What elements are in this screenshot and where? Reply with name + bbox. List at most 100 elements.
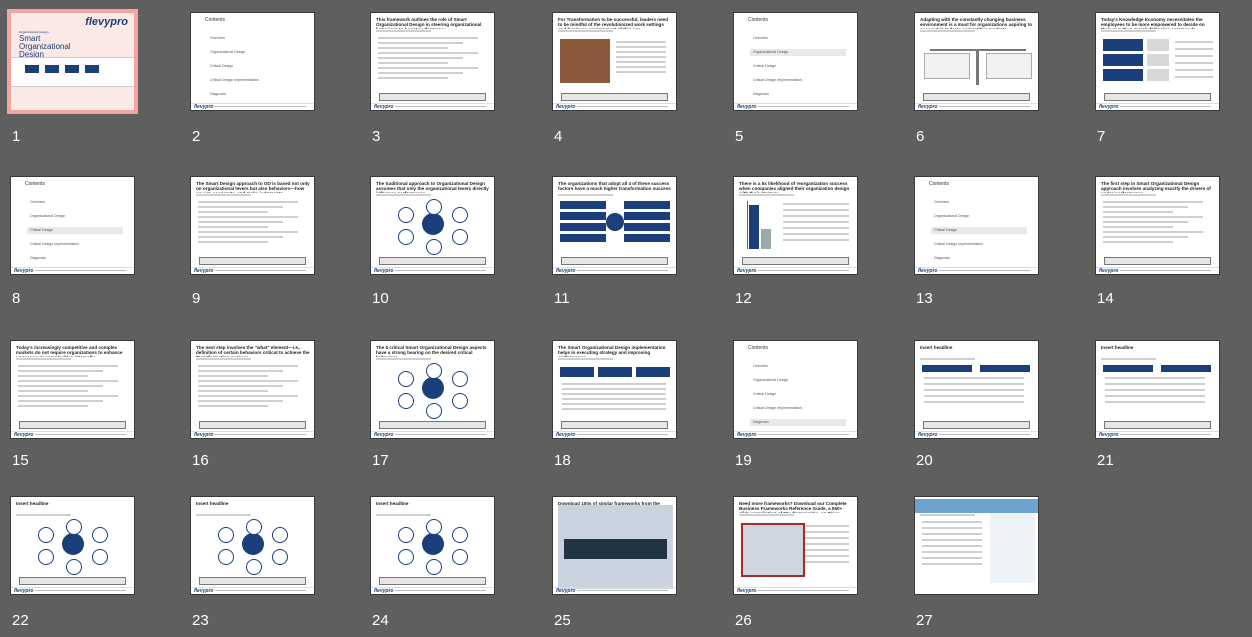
text-line	[1103, 231, 1203, 233]
slide-title: Today's Knowledge Economy necessitates t…	[1101, 17, 1205, 29]
slide-body	[1101, 363, 1216, 423]
footer-rule	[35, 590, 126, 591]
slide-thumbnail[interactable]: The organizations that adopt all 4 of th…	[552, 176, 677, 275]
slide-thumbnail[interactable]: Today's increasingly competitive and com…	[10, 340, 135, 439]
slide-footer: flevypro	[11, 587, 134, 594]
text-line	[378, 57, 463, 59]
slide-title: The Smart Organizational Design implemen…	[558, 345, 666, 357]
slide-thumbnail[interactable]: Insert headline flevypro	[914, 340, 1039, 439]
slide-body	[739, 519, 854, 579]
slide-thumbnail[interactable]: Adapting with the constantly changing bu…	[914, 12, 1039, 111]
text-line	[198, 400, 283, 402]
node-circle	[452, 393, 468, 409]
text-line	[198, 201, 298, 203]
node-circle	[426, 199, 442, 215]
text-line	[1105, 395, 1205, 397]
text-line	[198, 390, 268, 392]
library-banner	[564, 539, 667, 559]
slide-number: 21	[1097, 452, 1114, 469]
slide-thumbnail[interactable]: Contents Overview Organizational Design Cri…	[914, 176, 1039, 275]
footer-logo: flevypro	[1099, 432, 1119, 438]
slide-thumbnail[interactable]: Need more frameworks? Download our Compl…	[733, 496, 858, 595]
slide-footer: flevypro	[1096, 103, 1219, 110]
slide-footer: flevypro	[371, 431, 494, 438]
slide-number: 16	[192, 452, 209, 469]
slide-thumbnail[interactable]: Contents Overview Organizational Design Cri…	[733, 340, 858, 439]
slide-body	[376, 35, 491, 95]
footer-rule	[577, 590, 668, 591]
slide-title: The 6 critical Smart Organizational Desi…	[376, 345, 487, 357]
footer-logo: flevypro	[918, 268, 938, 274]
about-header	[915, 499, 1038, 513]
slide-thumbnail[interactable]: Insert headline flevypro	[10, 496, 135, 595]
footer-logo: flevypro	[374, 432, 394, 438]
footer-rule	[395, 106, 486, 107]
slide-subtitle-line	[191, 357, 314, 361]
contents-item: Overview	[210, 36, 225, 40]
slide-footer: flevypro	[734, 267, 857, 274]
slide-footer: flevypro	[734, 587, 857, 594]
grey-block	[1147, 69, 1169, 81]
slide-thumbnail[interactable]: Contents Overview Organizational Design Cri…	[10, 176, 135, 275]
slide-footer: flevypro	[1096, 431, 1219, 438]
slide-body	[376, 363, 491, 423]
node-circle	[246, 559, 262, 575]
summary-box	[1104, 421, 1211, 429]
slide-thumbnail[interactable]: Insert headline flevypro	[1095, 340, 1220, 439]
slide-number: 14	[1097, 290, 1114, 307]
node-circle	[38, 549, 54, 565]
node-circle	[272, 549, 288, 565]
slide-thumbnail[interactable]: The traditional approach to Organization…	[370, 176, 495, 275]
node-circle	[92, 549, 108, 565]
slide-number: 9	[192, 290, 201, 307]
node-circle	[426, 239, 442, 255]
contents-item: Organizational Design	[934, 214, 970, 218]
node-circle	[218, 549, 234, 565]
slide-thumbnail[interactable]: Contents Overview Organizational Design Cri…	[733, 12, 858, 111]
footer-rule	[35, 270, 126, 271]
header-box	[1103, 365, 1153, 372]
footer-logo: flevypro	[737, 104, 757, 110]
navy-block	[1103, 69, 1143, 81]
navy-block	[1103, 54, 1143, 66]
contents-item: Diagnosis	[750, 419, 846, 426]
slide-thumbnail[interactable]: Flevy	[914, 496, 1039, 595]
text-line	[924, 401, 1024, 403]
slide-thumbnail[interactable]: Contents Overview Organizational Design Cri…	[190, 12, 315, 111]
text-line	[378, 52, 478, 54]
slide-thumbnail[interactable]: Insert headline flevypro	[190, 496, 315, 595]
slide-thumbnail[interactable]: The next step involves the "what" elemen…	[190, 340, 315, 439]
slide-body	[920, 363, 1035, 423]
slide-footer: flevypro	[11, 431, 134, 438]
slide-thumbnail[interactable]: Download 100s of similar frameworks from…	[552, 496, 677, 595]
slide-thumbnail[interactable]: The Smart Organizational Design implemen…	[552, 340, 677, 439]
text-line	[18, 380, 118, 382]
slide-thumbnail[interactable]: This framework outlines the role of Smar…	[370, 12, 495, 111]
footer-logo: flevypro	[556, 268, 576, 274]
footer-logo: flevypro	[556, 432, 576, 438]
slide-footer: flevypro	[915, 267, 1038, 274]
slide-thumbnail[interactable]: Insert headline flevypro	[370, 496, 495, 595]
slide-thumbnail[interactable]: The 6 critical Smart Organizational Desi…	[370, 340, 495, 439]
slide-thumbnail[interactable]: Today's Knowledge Economy necessitates t…	[1095, 12, 1220, 111]
flevypro-logo: flevypro	[85, 16, 128, 28]
slide-number: 18	[554, 452, 571, 469]
text-line	[805, 555, 849, 557]
slide-thumbnail[interactable]: The Smart Design approach to OD is based…	[190, 176, 315, 275]
text-line	[805, 537, 849, 539]
slide-thumbnail[interactable]: There is a 5x likelihood of reorganizati…	[733, 176, 858, 275]
text-line	[198, 231, 298, 233]
slide-thumbnail[interactable]: The first step in Smart Organizational D…	[1095, 176, 1220, 275]
text-line	[562, 398, 666, 400]
footer-logo: flevypro	[1099, 268, 1119, 274]
footer-logo: flevypro	[374, 104, 394, 110]
text-line	[378, 42, 463, 44]
slide-thumbnail[interactable]: flevypro Organizational Design Smart Organ…	[7, 9, 138, 114]
summary-box	[379, 93, 486, 101]
slide-footer: flevypro	[734, 431, 857, 438]
contents-item: Overview	[30, 200, 45, 204]
text-line	[805, 549, 849, 551]
contents-item: Critical Design	[931, 227, 1027, 234]
slide-thumbnail[interactable]: For Transformation to be successful, lea…	[552, 12, 677, 111]
node-circle	[398, 549, 414, 565]
